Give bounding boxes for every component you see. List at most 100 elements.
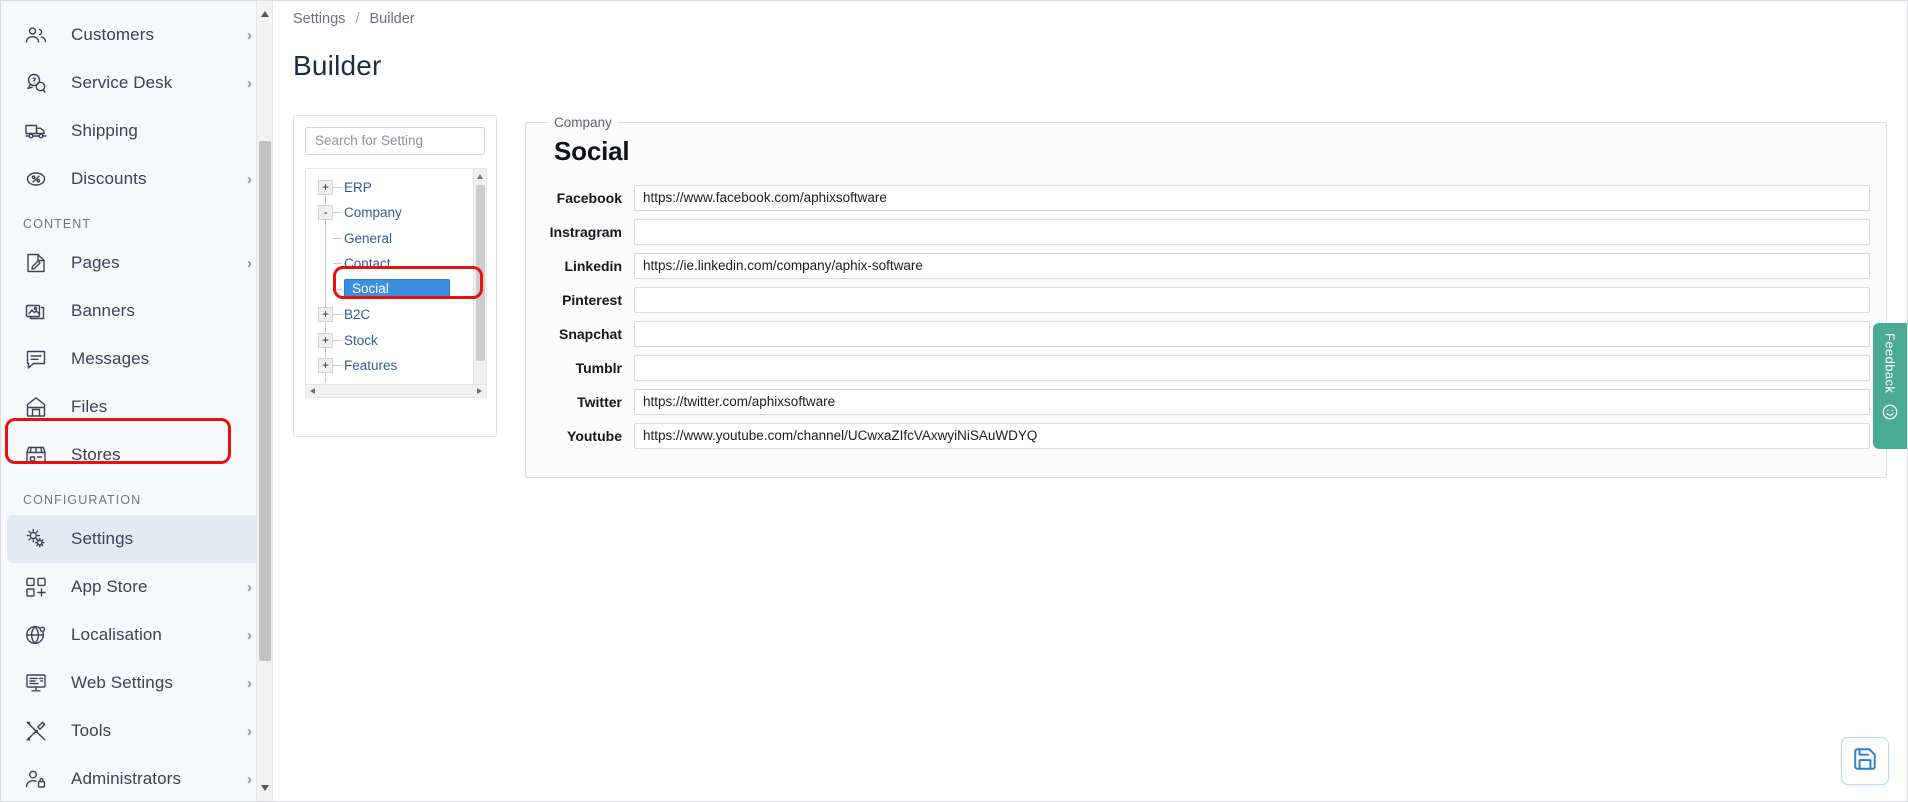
sidebar-item-label: Discounts: [71, 169, 147, 188]
sidebar-item-shipping[interactable]: Shipping: [1, 107, 272, 155]
tree-vertical-scrollbar-thumb[interactable]: [476, 184, 485, 361]
pinterest-input[interactable]: [634, 286, 1870, 313]
shipping-icon: [23, 118, 49, 144]
sidebar-item-label: Tools: [71, 721, 112, 740]
tree-node-label: Features: [344, 358, 398, 374]
form-heading: Social: [554, 135, 630, 166]
tree-connector-line: [333, 237, 342, 239]
twitter-input[interactable]: [634, 388, 1870, 415]
sidebar-item-administrators[interactable]: Administrators ›: [1, 755, 272, 801]
sidebar-item-tools[interactable]: Tools ›: [1, 707, 272, 755]
scroll-down-arrow-icon[interactable]: [261, 785, 269, 791]
customers-icon: [23, 22, 49, 48]
tree-node-label: B2C: [344, 307, 371, 323]
sidebar-section-content: CONTENT: [23, 217, 92, 231]
sidebar-item-pages[interactable]: Pages ›: [1, 239, 272, 287]
sidebar-item-service-desk[interactable]: Service Desk ›: [1, 59, 272, 107]
tree-scroll-up-arrow-icon[interactable]: [477, 173, 483, 179]
social-form-wrapper: Company Social Facebook Instragram Linkedi…: [525, 114, 1887, 478]
feedback-tab[interactable]: Feedback: [1873, 323, 1907, 449]
application-window: Customers › Service Desk › Shipping Discounts…: [0, 0, 1908, 802]
chevron-right-icon: ›: [247, 26, 252, 44]
tree-node-label: Social: [344, 279, 450, 300]
tree-connector-line: [333, 314, 342, 316]
content-row: +ERP-CompanyGeneralContactSocial+B2C+Sto…: [273, 101, 1907, 478]
tree-scroll-right-arrow-icon[interactable]: [477, 387, 482, 394]
sidebar-item-web-settings[interactable]: Web Settings ›: [1, 659, 272, 707]
sidebar-item-banners[interactable]: Banners: [1, 287, 272, 335]
stores-icon: [23, 442, 49, 468]
tree-node-b2c[interactable]: + B2C: [306, 302, 470, 328]
sidebar-scrollbar[interactable]: [256, 1, 272, 801]
sidebar-item-label: Messages: [71, 349, 150, 368]
form-row-snapchat: Snapchat: [542, 320, 1870, 347]
chevron-right-icon: ›: [247, 170, 252, 188]
feedback-tab-label: Feedback: [1882, 333, 1898, 394]
search-setting-input[interactable]: [305, 126, 485, 155]
messages-icon: [23, 346, 49, 372]
label-facebook: Facebook: [556, 189, 622, 206]
label-tumblr: Tumblr: [575, 359, 622, 376]
globe-icon: [23, 622, 49, 648]
linkedin-input[interactable]: [634, 252, 1870, 279]
tree-scroll-left-arrow-icon[interactable]: [310, 387, 315, 394]
chevron-right-icon: ›: [247, 674, 252, 692]
settings-gears-icon: [23, 526, 49, 552]
sidebar-item-messages[interactable]: Messages: [1, 335, 272, 383]
sidebar-item-label: Pages: [71, 253, 120, 272]
sidebar-item-localisation[interactable]: Localisation ›: [1, 611, 272, 659]
expand-node-icon[interactable]: +: [318, 307, 333, 323]
sidebar-item-label: Administrators: [71, 769, 182, 788]
breadcrumb-builder[interactable]: Builder: [370, 11, 415, 27]
sidebar-item-discounts[interactable]: Discounts ›: [1, 155, 272, 203]
tree-node-label: Stock: [344, 332, 378, 348]
label-twitter: Twitter: [577, 393, 622, 410]
sidebar-item-customers[interactable]: Customers ›: [1, 11, 272, 59]
tree-connector-line: [333, 186, 342, 188]
sidebar-item-label: Files: [71, 397, 108, 416]
form-row-youtube: Youtube: [542, 422, 1870, 449]
form-legend: Company: [554, 114, 612, 130]
discounts-icon: [23, 166, 49, 192]
label-youtube: Youtube: [567, 427, 622, 444]
form-row-linkedin: Linkedin: [542, 252, 1870, 279]
scroll-up-arrow-icon[interactable]: [261, 11, 269, 17]
breadcrumb-settings[interactable]: Settings: [293, 11, 345, 27]
tree-node-general[interactable]: General: [306, 226, 470, 252]
form-row-pinterest: Pinterest: [542, 286, 1870, 313]
facebook-input[interactable]: [634, 184, 1870, 211]
sidebar-scrollbar-thumb[interactable]: [259, 141, 271, 661]
sidebar-item-files[interactable]: Files: [1, 383, 272, 431]
expand-node-icon[interactable]: +: [318, 332, 333, 348]
tree-node-contact[interactable]: Contact: [306, 251, 470, 277]
tree-node-social[interactable]: Social: [306, 277, 470, 303]
youtube-input[interactable]: [634, 422, 1870, 449]
instragram-input[interactable]: [634, 218, 1870, 245]
tumblr-input[interactable]: [634, 354, 1870, 381]
tree-connector-line: [333, 288, 342, 290]
main-content: Settings / Builder Builder +ERP-CompanyG…: [273, 1, 1907, 801]
tree-node-erp[interactable]: + ERP: [306, 175, 470, 201]
expand-node-icon[interactable]: +: [318, 358, 333, 374]
tree-horizontal-scrollbar[interactable]: [306, 383, 486, 397]
tree-vertical-scrollbar[interactable]: [473, 168, 486, 397]
expand-node-icon[interactable]: +: [318, 179, 333, 195]
tree-node-company[interactable]: - Company: [306, 200, 470, 226]
chevron-right-icon: ›: [247, 722, 252, 740]
settings-tree-body: + ERP - Company General Contact Social + B2C + Sto…: [305, 167, 487, 398]
tree-node-stock[interactable]: + Stock: [306, 328, 470, 354]
sidebar-item-settings[interactable]: Settings: [7, 515, 266, 563]
tree-node-features[interactable]: + Features: [306, 353, 470, 379]
save-button[interactable]: [1841, 737, 1889, 785]
snapchat-input[interactable]: [634, 320, 1870, 347]
chevron-right-icon: ›: [247, 770, 252, 788]
sidebar-item-stores[interactable]: Stores: [1, 431, 272, 479]
form-row-facebook: Facebook: [542, 184, 1870, 211]
form-row-tumblr: Tumblr: [542, 354, 1870, 381]
breadcrumb-separator: /: [355, 11, 360, 27]
tree-node-label: General: [344, 230, 393, 246]
collapse-node-icon[interactable]: -: [318, 205, 333, 221]
sidebar-item-app-store[interactable]: App Store ›: [1, 563, 272, 611]
tree-node-label: Contact: [344, 256, 391, 272]
breadcrumb: Settings / Builder: [273, 1, 1907, 27]
